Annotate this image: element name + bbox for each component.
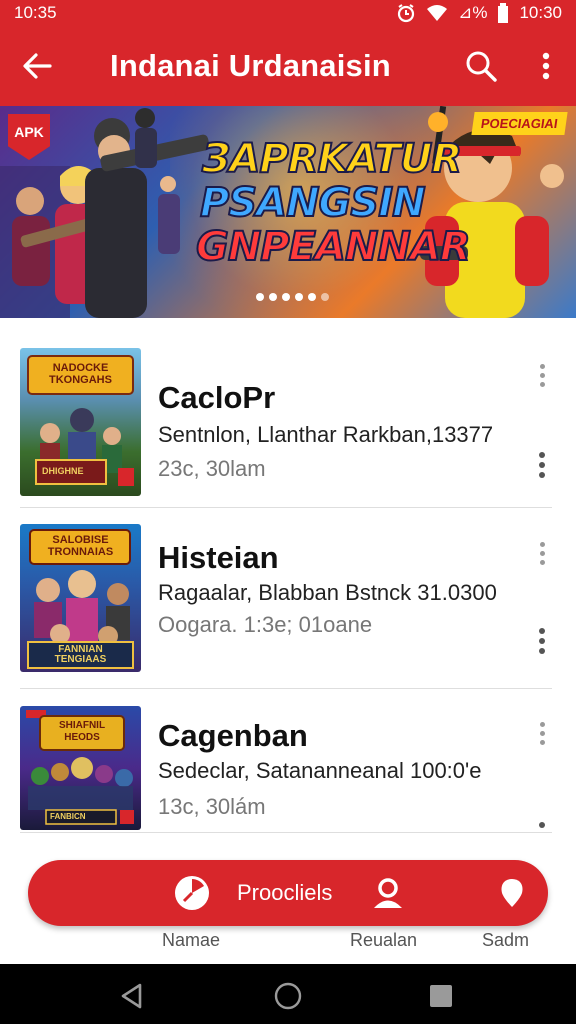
app-detail: Sedeclar, Satananneanal 100:0'e <box>158 758 482 783</box>
app-thumbnail: SHIAFNIL HEODS FANBICN <box>20 706 141 830</box>
app-time: 13c, 30lám <box>158 794 266 819</box>
app-detail: Ragaalar, Blabban Bstnck 31.0300 <box>158 580 497 605</box>
wifi-icon <box>426 4 448 22</box>
divider <box>20 688 552 689</box>
item-menu-button[interactable] <box>534 722 550 745</box>
shield-icon <box>501 879 523 907</box>
square-recents-icon <box>430 985 452 1007</box>
thumbnail-subtitle: DHIGHNE <box>42 466 84 476</box>
carousel-dot[interactable] <box>308 293 316 301</box>
app-name: Cagenban <box>158 718 308 753</box>
app-thumbnail: NADOCKE TKONGAHS DHIGHNE <box>20 348 141 496</box>
nav-settings-button[interactable] <box>494 875 530 911</box>
thumbnail-subtitle: FANBICN <box>50 812 86 821</box>
app-name: CacloPr <box>158 380 276 415</box>
battery-percent: ⊿% <box>458 3 488 22</box>
nav-label-profile[interactable]: Reualan <box>350 930 417 951</box>
system-back-button[interactable] <box>118 982 146 1010</box>
alarm-icon <box>396 3 416 23</box>
carousel-dot[interactable] <box>295 293 303 301</box>
app-thumbnail: SALOBISE TRONNAIAS FANNIAN TENGIAAS <box>20 524 141 672</box>
triangle-back-icon <box>121 983 142 1009</box>
bottom-navigation: Proocliels Namae Reualan Sadm <box>0 834 576 964</box>
carousel-dot[interactable] <box>321 293 329 301</box>
list-item[interactable]: SHIAFNIL HEODS FANBICN Cagenban Sedeclar… <box>0 706 576 834</box>
pie-icon <box>175 876 209 910</box>
app-bar: Indanai Urdanaisin <box>0 26 576 106</box>
nav-home-button[interactable] <box>174 875 210 911</box>
nav-label-home[interactable]: Namae <box>162 930 220 951</box>
promo-tag: POECIAGIAI <box>471 112 568 135</box>
person-icon <box>374 878 402 908</box>
status-time-left: 10:35 <box>14 3 57 22</box>
status-bar: 10:35 ⊿% 10:30 <box>0 0 576 26</box>
app-name: Histeian <box>158 540 279 575</box>
thumbnail-subtitle: FANNIAN TENGIAAS <box>54 644 107 665</box>
list-item[interactable]: SALOBISE TRONNAIAS FANNIAN TENGIAAS Hist… <box>0 524 576 704</box>
arrow-left-icon <box>23 53 52 79</box>
app-detail: Sentnlon, Llanthar Rarkban,13377 <box>158 422 494 447</box>
banner-headline-3: GNPEANNAR <box>195 223 472 271</box>
circle-home-icon <box>274 982 302 1010</box>
carousel-dot[interactable] <box>256 293 264 301</box>
more-vertical-icon <box>542 52 550 80</box>
list-item[interactable]: NADOCKE TKONGAHS DHIGHNE CacloPr Sentnlo… <box>0 348 576 528</box>
app-time: Oogara. 1:3e; 01oane <box>158 612 373 637</box>
search-button[interactable] <box>446 26 516 106</box>
nav-profile-button[interactable] <box>370 875 406 911</box>
promo-banner[interactable]: APK POECIAGIAI ЗАРRKATUR PSANGSIN GNPEAN… <box>0 106 576 318</box>
divider <box>20 507 552 508</box>
page-title: Indanai Urdanaisin <box>110 48 391 83</box>
app-time: 23c, 30lam <box>158 456 266 481</box>
nav-active-label[interactable]: Proocliels <box>237 880 332 906</box>
search-icon <box>466 51 497 82</box>
system-home-button[interactable] <box>274 982 302 1010</box>
thumbnail-title: NADOCKE TKONGAHS <box>49 362 112 386</box>
divider <box>20 832 552 833</box>
item-action-button[interactable] <box>534 452 550 478</box>
carousel-indicator[interactable] <box>256 293 329 301</box>
status-time-right: 10:30 <box>519 3 562 22</box>
system-recents-button[interactable] <box>428 983 454 1009</box>
carousel-dot[interactable] <box>282 293 290 301</box>
banner-headline-2: PSANGSIN <box>199 179 427 227</box>
back-button[interactable] <box>0 26 74 106</box>
bottom-nav-pill: Proocliels <box>28 860 548 926</box>
item-menu-button[interactable] <box>534 542 550 565</box>
item-menu-button[interactable] <box>534 364 550 387</box>
item-action-button[interactable] <box>534 822 550 828</box>
thumbnail-title: SALOBISE TRONNAIAS <box>47 534 114 558</box>
carousel-dot[interactable] <box>269 293 277 301</box>
banner-headline-1: ЗАРRKATUR <box>201 135 463 183</box>
system-navigation-bar <box>0 964 576 1024</box>
overflow-menu-button[interactable] <box>516 26 576 106</box>
thumbnail-title: SHIAFNIL HEODS <box>58 720 106 743</box>
item-action-button[interactable] <box>534 628 550 654</box>
battery-icon <box>497 3 509 23</box>
status-icons: ⊿% 10:30 <box>396 3 562 23</box>
nav-label-settings[interactable]: Sadm <box>482 930 529 951</box>
